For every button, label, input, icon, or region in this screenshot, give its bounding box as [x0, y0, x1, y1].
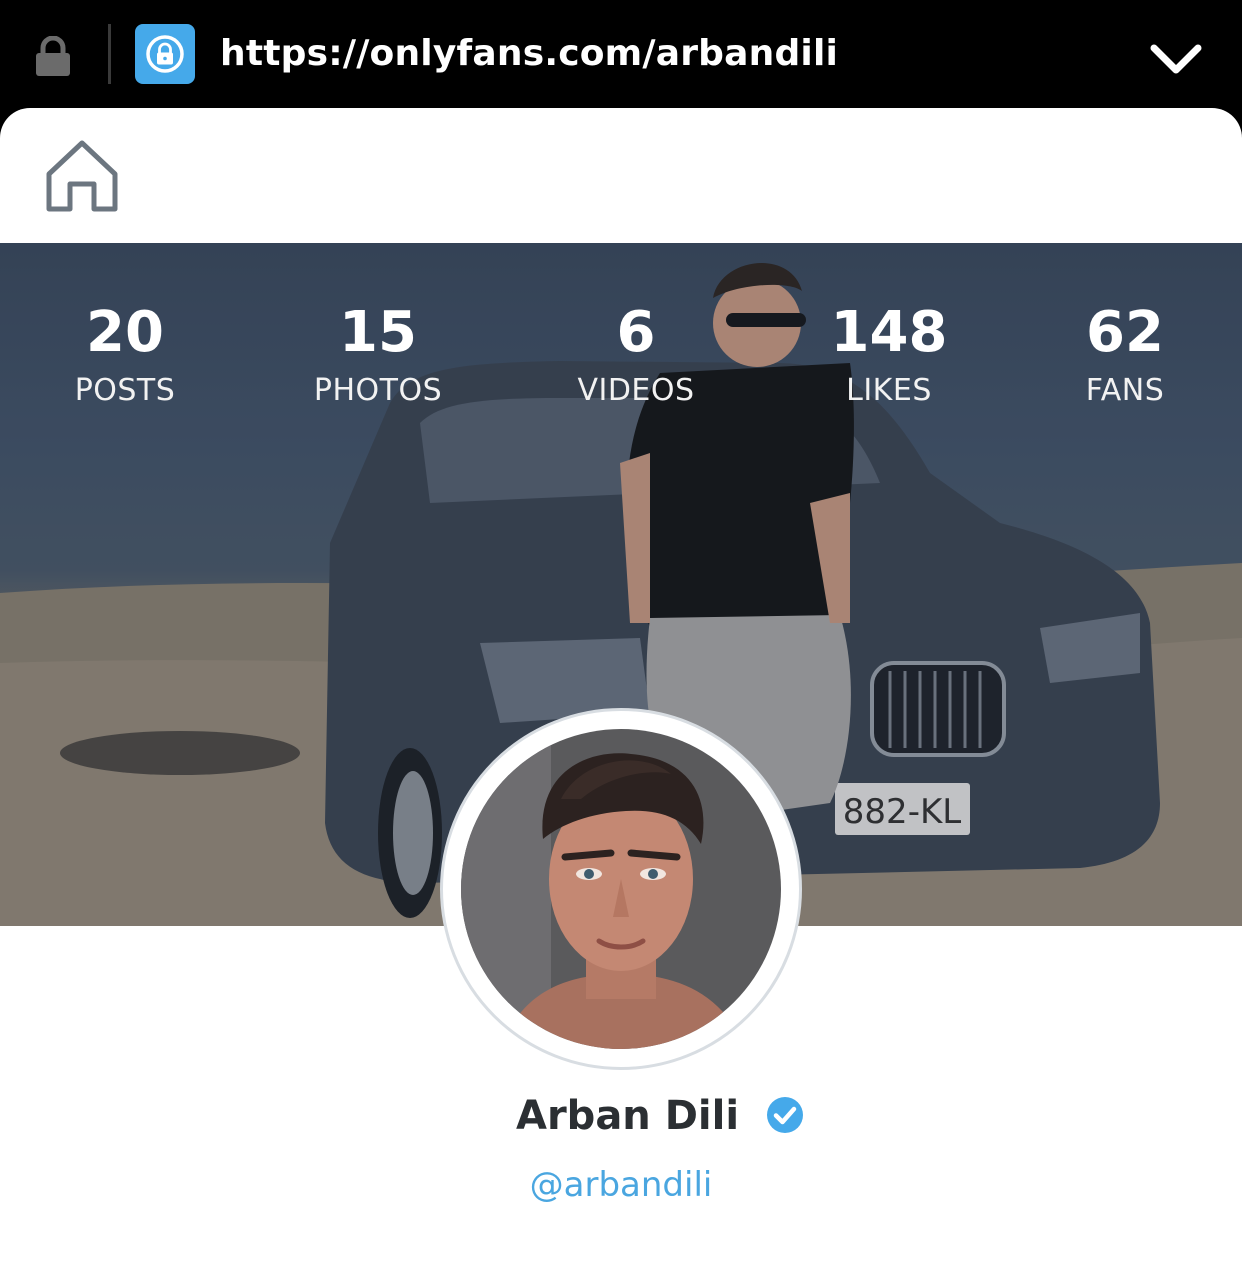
toolbar-divider — [108, 24, 111, 84]
stat-photos[interactable]: 15 PHOTOS — [258, 297, 498, 411]
stat-videos-value: 6 — [616, 300, 656, 365]
stat-fans-value: 62 — [1086, 300, 1164, 365]
stat-likes-value: 148 — [830, 300, 948, 365]
stat-likes[interactable]: 148 LIKES — [769, 297, 1009, 411]
profile-name: Arban Dili — [516, 1093, 740, 1139]
url-field[interactable]: https://onlyfans.com/arbandili — [220, 30, 838, 78]
avatar[interactable] — [440, 708, 802, 1070]
stat-posts[interactable]: 20 POSTS — [5, 297, 245, 411]
stat-videos[interactable]: 6 VIDEOS — [516, 297, 756, 411]
stat-photos-label: PHOTOS — [313, 373, 443, 408]
profile-handle[interactable]: @arbandili — [0, 1163, 1242, 1207]
verified-check-icon — [766, 1096, 804, 1134]
stat-posts-label: POSTS — [74, 373, 176, 408]
avatar-image — [461, 729, 781, 1049]
stat-videos-label: VIDEOS — [577, 373, 695, 408]
stat-posts-value: 20 — [86, 300, 164, 365]
stat-photos-value: 15 — [339, 300, 417, 365]
stat-likes-label: LIKES — [846, 373, 932, 408]
home-icon[interactable] — [44, 138, 120, 214]
profile-name-row: Arban Dili — [0, 1088, 1242, 1144]
stat-fans[interactable]: 62 FANS — [1005, 297, 1242, 411]
browser-bar: https://onlyfans.com/arbandili — [0, 0, 1242, 108]
profile-page: 882-KL 20 POSTS 15 PHOTOS 6 VIDEOS 148 L… — [0, 108, 1242, 1261]
stat-fans-label: FANS — [1085, 373, 1165, 408]
chevron-down-icon[interactable] — [1148, 38, 1204, 78]
lock-icon — [34, 35, 72, 76]
lock-circle-icon[interactable] — [135, 24, 195, 84]
